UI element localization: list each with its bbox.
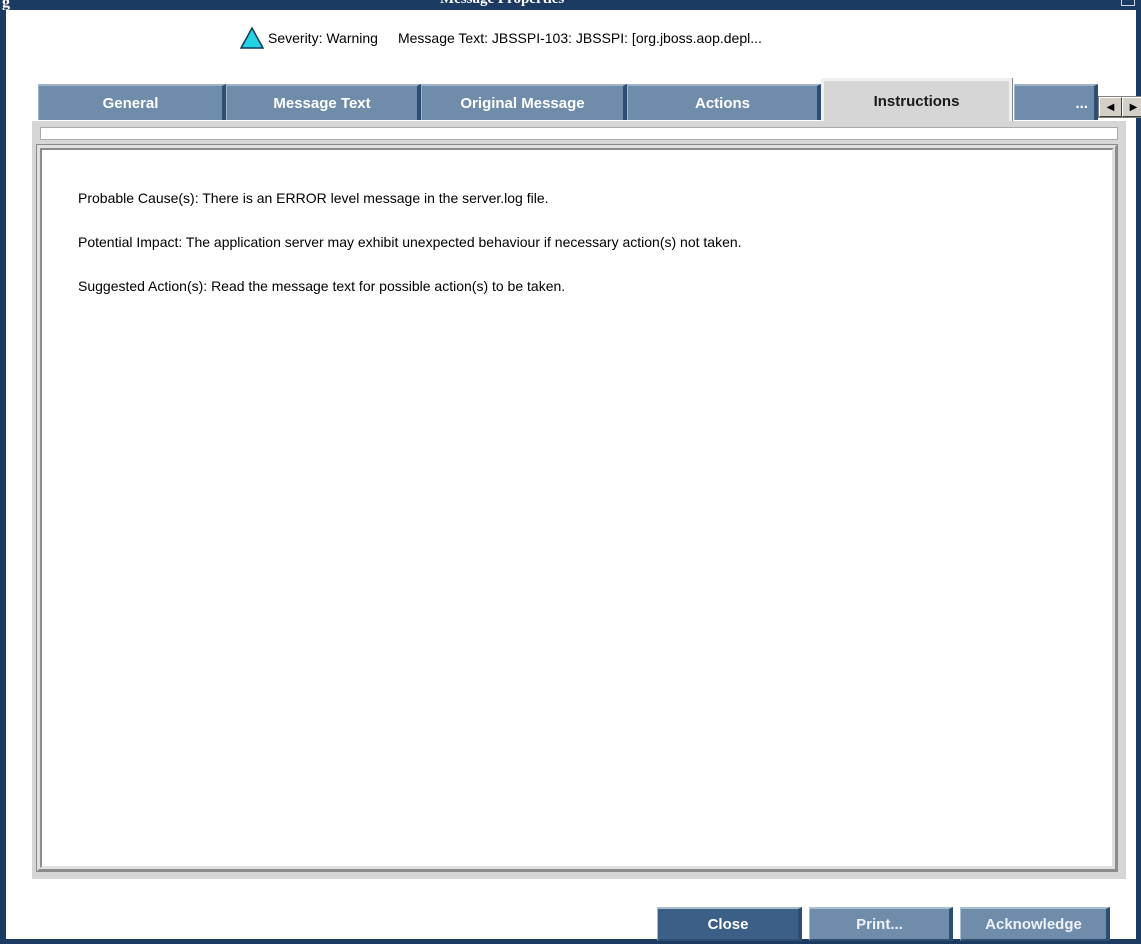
tab-instructions[interactable]: Instructions xyxy=(821,78,1012,122)
acknowledge-button[interactable]: Acknowledge xyxy=(960,907,1110,941)
instructions-content: Probable Cause(s): There is an ERROR lev… xyxy=(78,190,1092,322)
app-icon: g xyxy=(2,0,10,10)
probable-cause-text: Probable Cause(s): There is an ERROR lev… xyxy=(78,190,549,206)
instructions-text-area[interactable]: Probable Cause(s): There is an ERROR lev… xyxy=(36,144,1118,872)
message-summary: Severity: Warning Message Text: JBSSPI-1… xyxy=(239,26,762,50)
message-text-summary: Message Text: JBSSPI-103: JBSSPI: [org.j… xyxy=(397,30,762,46)
message-properties-dialog: Severity: Warning Message Text: JBSSPI-1… xyxy=(6,10,1141,941)
print-button[interactable]: Print... xyxy=(809,907,953,941)
tab-scroll-buttons: ◀ ▶ xyxy=(1098,96,1141,118)
tab-general[interactable]: General xyxy=(38,84,226,120)
title-bar: g Message Properties xyxy=(0,0,1141,10)
panel-header-strip xyxy=(40,127,1118,140)
arrow-left-icon[interactable]: ◀ xyxy=(1099,97,1122,117)
instructions-panel: Probable Cause(s): There is an ERROR lev… xyxy=(32,121,1126,879)
close-button[interactable]: Close xyxy=(657,907,802,941)
tab-original-message[interactable]: Original Message xyxy=(421,84,627,120)
window-title: Message Properties xyxy=(440,0,564,8)
potential-impact-text: Potential Impact: The application server… xyxy=(78,234,742,250)
arrow-right-icon[interactable]: ▶ xyxy=(1122,97,1141,117)
tab-message-text[interactable]: Message Text xyxy=(226,84,421,120)
suggested-action-text: Suggested Action(s): Read the message te… xyxy=(78,278,566,294)
tab-more[interactable]: ... xyxy=(1014,84,1098,120)
severity-label: Severity: Warning xyxy=(268,30,378,46)
window-close-icon[interactable] xyxy=(1121,0,1135,6)
tab-bar: General Message Text Original Message Ac… xyxy=(32,74,1141,122)
tab-actions[interactable]: Actions xyxy=(627,84,821,120)
warning-triangle-icon xyxy=(239,26,265,49)
